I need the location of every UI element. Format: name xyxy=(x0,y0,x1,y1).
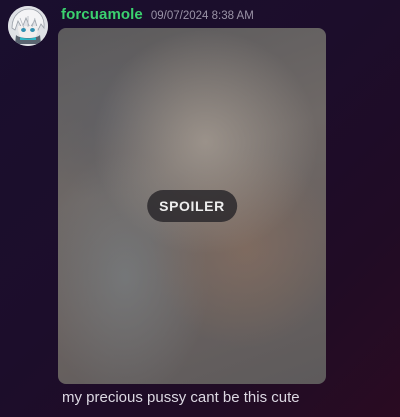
user-avatar[interactable] xyxy=(8,6,48,46)
chat-message: forcuamole 09/07/2024 8:38 AM SPOILER my… xyxy=(0,0,400,417)
avatar-image xyxy=(8,6,48,46)
timestamp: 09/07/2024 8:38 AM xyxy=(150,10,254,22)
message-header: forcuamole 09/07/2024 8:38 AM xyxy=(61,6,254,26)
spoiler-label: SPOILER xyxy=(147,190,237,222)
spoiler-image-attachment[interactable]: SPOILER xyxy=(58,28,326,384)
message-content: my precious pussy cant be this cute xyxy=(62,389,300,406)
username[interactable]: forcuamole xyxy=(61,6,143,23)
